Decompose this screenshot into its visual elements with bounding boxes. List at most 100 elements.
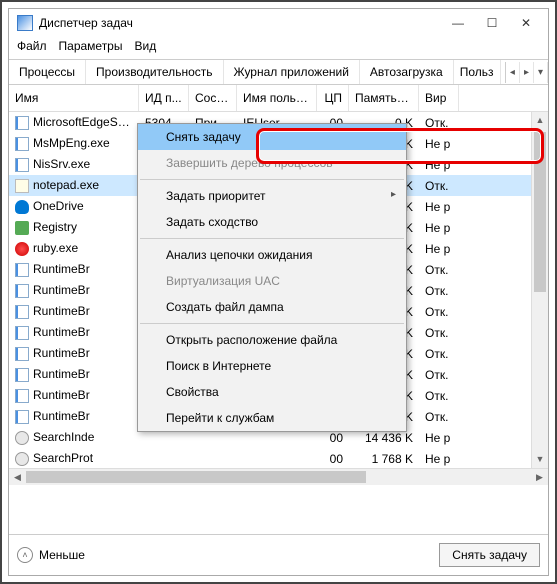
process-row[interactable]: SearchProt001 768 KНе р (9, 448, 548, 468)
process-virt: Не р (419, 137, 459, 151)
titlebar: Диспетчер задач — ☐ ✕ (9, 9, 548, 37)
menu-dump[interactable]: Создать файл дампа (138, 294, 406, 320)
fewer-details-button[interactable]: ˄ Меньше (17, 547, 85, 563)
process-icon (15, 347, 29, 361)
scroll-right-icon[interactable]: ▶ (531, 472, 548, 483)
process-name: RuntimeBr (33, 409, 90, 423)
submenu-arrow-icon: ▸ (391, 189, 396, 200)
menu-open-location[interactable]: Открыть расположение файла (138, 327, 406, 353)
process-virt: Не р (419, 221, 459, 235)
process-name: RuntimeBr (33, 304, 90, 318)
process-icon (15, 158, 29, 172)
process-name: RuntimeBr (33, 388, 90, 402)
hscroll-thumb[interactable] (26, 471, 366, 483)
process-name: RuntimeBr (33, 262, 90, 276)
menu-view[interactable]: Вид (134, 39, 156, 53)
process-icon (15, 242, 29, 256)
col-virt[interactable]: Вир (419, 85, 459, 111)
window-controls: — ☐ ✕ (448, 16, 536, 30)
fewer-label: Меньше (39, 548, 85, 562)
process-name: RuntimeBr (33, 367, 90, 381)
close-button[interactable]: ✕ (516, 16, 536, 30)
vscroll-thumb[interactable] (534, 132, 546, 292)
process-virt: Отк. (419, 305, 459, 319)
process-icon (15, 431, 29, 445)
process-icon (15, 200, 29, 214)
menu-file[interactable]: Файл (17, 39, 47, 53)
tab-performance[interactable]: Производительность (86, 60, 223, 84)
menu-priority[interactable]: Задать приоритет ▸ (138, 183, 406, 209)
process-memory: 14 436 K (349, 431, 419, 445)
menu-end-tree[interactable]: Завершить дерево процессов (138, 150, 406, 176)
process-cpu: 00 (317, 452, 349, 466)
process-virt: Отк. (419, 326, 459, 340)
menu-end-task[interactable]: Снять задачу (138, 124, 406, 150)
end-task-button[interactable]: Снять задачу (439, 543, 540, 567)
process-icon (15, 305, 29, 319)
tab-nav-drop-icon[interactable]: ▾ (534, 62, 548, 83)
horizontal-scrollbar[interactable]: ◀ ▶ (9, 468, 548, 485)
process-name: NisSrv.exe (33, 157, 90, 171)
process-virt: Не р (419, 158, 459, 172)
process-cpu: 00 (317, 431, 349, 445)
scroll-up-icon[interactable]: ▲ (532, 112, 548, 129)
process-list: Имя ИД п... Сост... Имя польз... ЦП Памя… (9, 85, 548, 534)
process-icon (15, 263, 29, 277)
menu-go-services[interactable]: Перейти к службам (138, 405, 406, 431)
col-user[interactable]: Имя польз... (237, 85, 317, 111)
menu-properties[interactable]: Свойства (138, 379, 406, 405)
process-virt: Не р (419, 452, 459, 466)
tab-nav-right-icon[interactable]: ▸ (520, 62, 534, 83)
process-icon (15, 452, 29, 466)
process-name: MicrosoftEdgeSH.exe (33, 115, 139, 129)
process-name: RuntimeBr (33, 325, 90, 339)
col-pid[interactable]: ИД п... (139, 85, 189, 111)
menu-wait-chain[interactable]: Анализ цепочки ожидания (138, 242, 406, 268)
process-virt: Не р (419, 431, 459, 445)
process-icon (15, 221, 29, 235)
vertical-scrollbar[interactable]: ▲ ▼ (531, 112, 548, 468)
column-headers: Имя ИД п... Сост... Имя польз... ЦП Памя… (9, 85, 548, 112)
process-virt: Отк. (419, 263, 459, 277)
process-name: notepad.exe (33, 178, 99, 192)
tab-nav-left-icon[interactable]: ◂ (506, 62, 520, 83)
process-virt: Отк. (419, 284, 459, 298)
menu-affinity[interactable]: Задать сходство (138, 209, 406, 235)
process-name: MsMpEng.exe (33, 136, 110, 150)
tab-users[interactable]: Польз (454, 60, 501, 84)
menu-search-web[interactable]: Поиск в Интернете (138, 353, 406, 379)
collapse-icon: ˄ (17, 547, 33, 563)
col-name[interactable]: Имя (9, 85, 139, 111)
process-virt: Не р (419, 242, 459, 256)
process-virt: Отк. (419, 410, 459, 424)
process-icon (15, 389, 29, 403)
process-name: SearchProt (33, 451, 93, 465)
process-name: RuntimeBr (33, 283, 90, 297)
tabstrip: Процессы Производительность Журнал прило… (9, 59, 548, 85)
process-virt: Отк. (419, 347, 459, 361)
process-name: ruby.exe (33, 241, 78, 255)
tab-startup[interactable]: Автозагрузка (360, 60, 454, 84)
process-icon (15, 137, 29, 151)
process-icon (15, 326, 29, 340)
menu-options[interactable]: Параметры (59, 39, 123, 53)
tab-nav: ◂ ▸ ▾ (505, 62, 548, 83)
process-icon (15, 410, 29, 424)
process-virt: Отк. (419, 179, 459, 193)
process-virt: Отк. (419, 368, 459, 382)
col-memory[interactable]: Память (а... (349, 85, 419, 111)
tab-processes[interactable]: Процессы (9, 60, 86, 84)
scroll-left-icon[interactable]: ◀ (9, 472, 26, 483)
process-icon (15, 368, 29, 382)
menubar: Файл Параметры Вид (9, 37, 548, 59)
menu-separator (140, 323, 404, 324)
tab-app-history[interactable]: Журнал приложений (224, 60, 360, 84)
minimize-button[interactable]: — (448, 16, 468, 30)
maximize-button[interactable]: ☐ (482, 16, 502, 30)
process-virt: Не р (419, 200, 459, 214)
scroll-down-icon[interactable]: ▼ (532, 451, 548, 468)
menu-uac-virt[interactable]: Виртуализация UAC (138, 268, 406, 294)
col-status[interactable]: Сост... (189, 85, 237, 111)
menu-separator (140, 179, 404, 180)
col-cpu[interactable]: ЦП (317, 85, 349, 111)
